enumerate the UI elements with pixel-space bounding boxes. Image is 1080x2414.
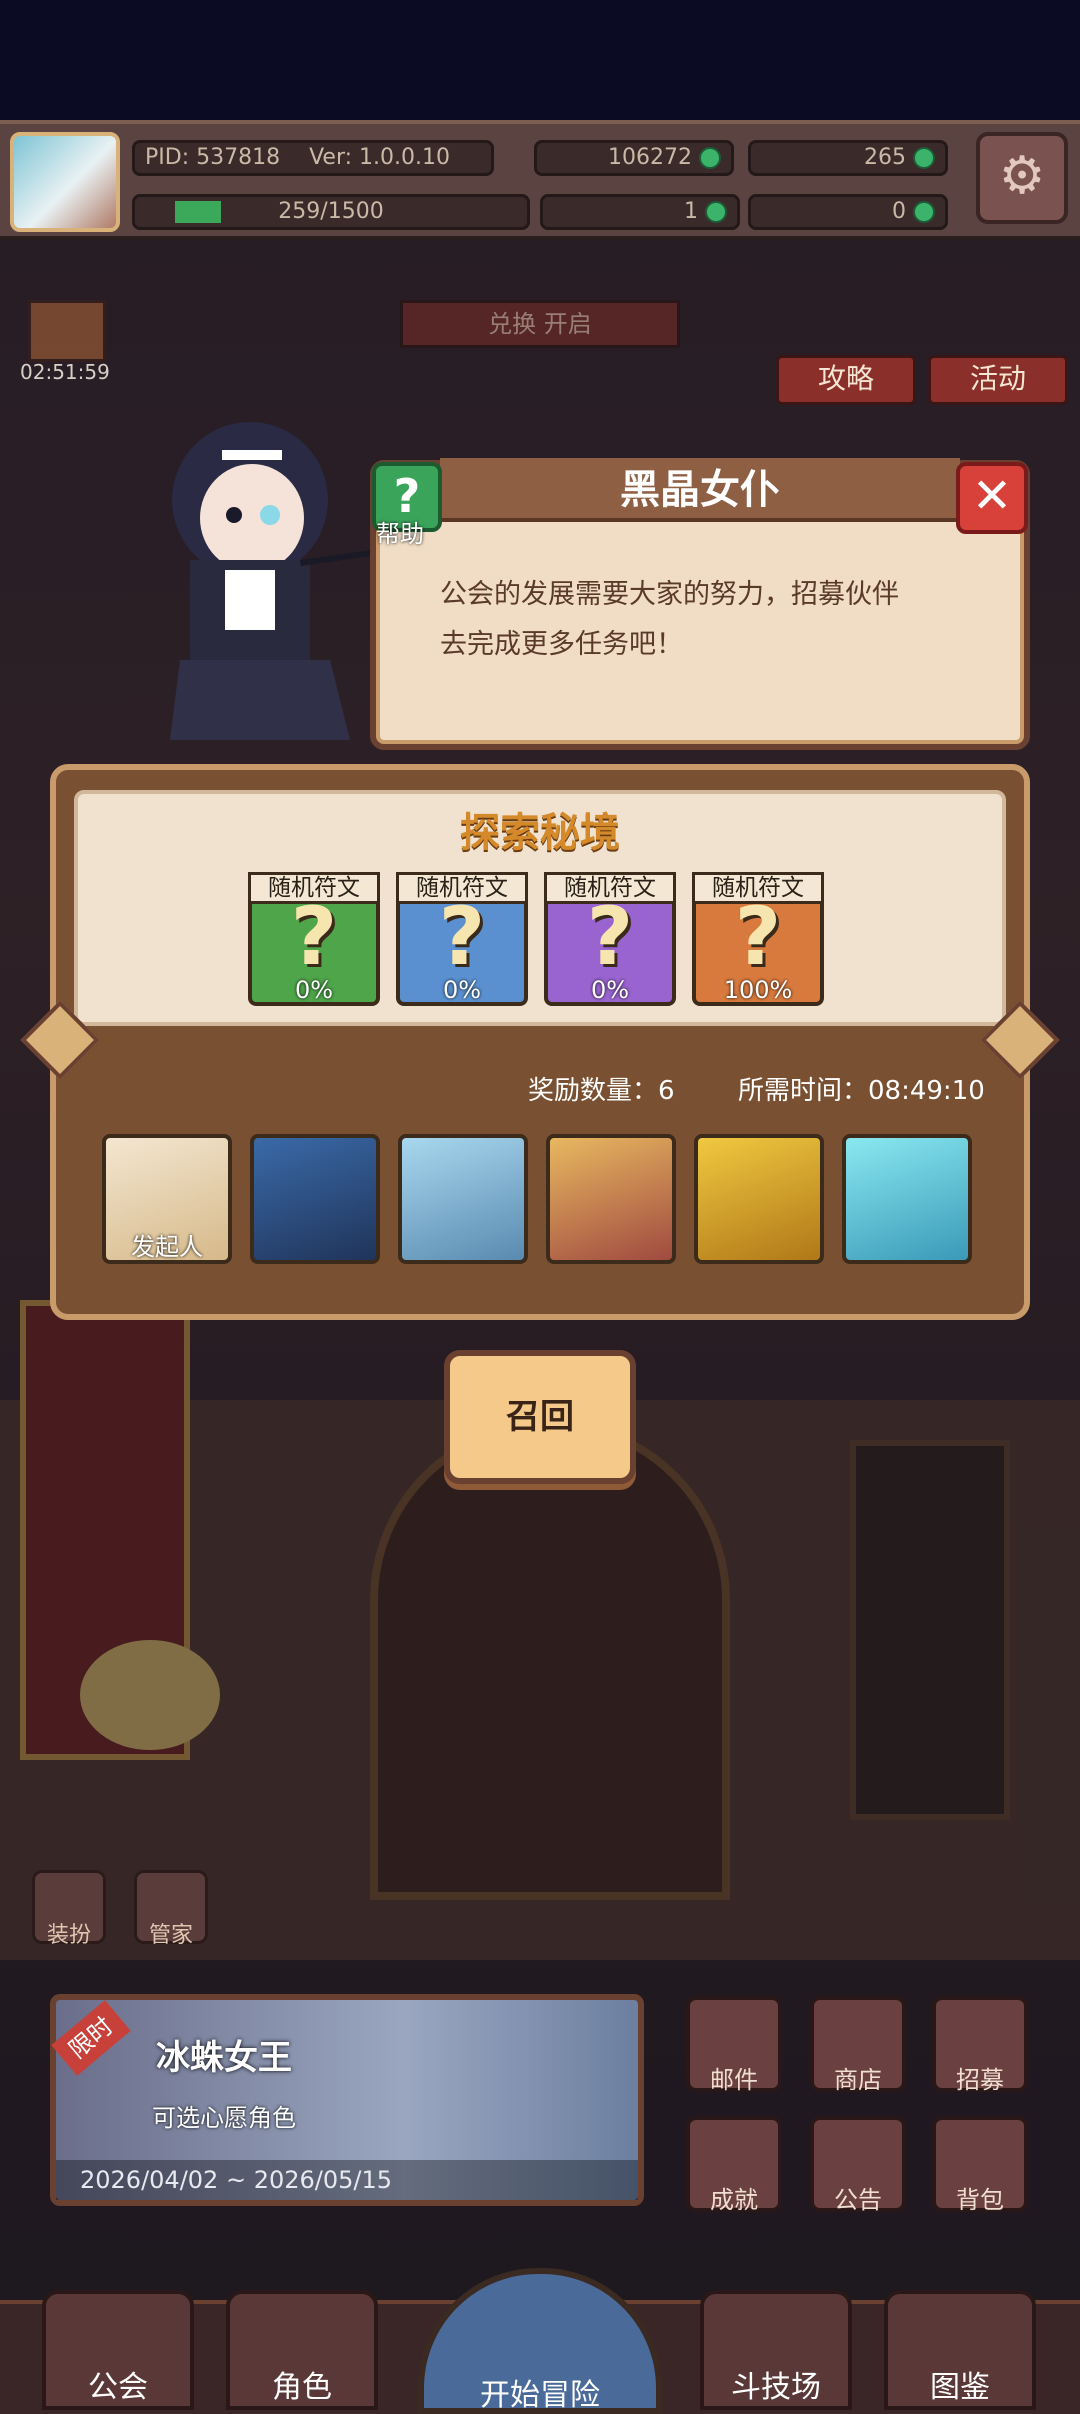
count2-value: 0: [892, 199, 906, 224]
question-mark-icon: ?: [734, 890, 782, 983]
speech-text: 公会的发展需要大家的努力，招募伙伴 去完成更多任务吧！: [440, 570, 980, 670]
nav-guild[interactable]: 公会: [42, 2290, 194, 2410]
notice-button[interactable]: 公告: [810, 2116, 906, 2214]
limited-tag: 限时: [51, 2000, 131, 2076]
exp-bar: 259/1500: [132, 194, 530, 230]
recall-button[interactable]: 召回: [444, 1350, 636, 1484]
strategy-button[interactable]: 攻略: [776, 355, 916, 405]
reward-count: 奖励数量：6: [528, 1076, 675, 1106]
expedition-title: 探索秘境: [460, 810, 620, 856]
party-member[interactable]: [694, 1134, 824, 1264]
rune-card-percent: 0%: [294, 976, 334, 1004]
plus-icon[interactable]: [699, 147, 721, 169]
pid-pill: PID: 537818 Ver: 1.0.0.10: [132, 140, 494, 176]
clover-pill: 1: [540, 194, 740, 230]
mail-button[interactable]: 邮件: [686, 1996, 782, 2094]
currency1-pill: 106272: [534, 140, 734, 176]
exp-text: 259/1500: [278, 199, 384, 224]
nav-arena[interactable]: 斗技场: [700, 2290, 852, 2410]
speech-line-2: 去完成更多任务吧！: [440, 629, 683, 660]
butler-button[interactable]: 管家: [134, 1870, 208, 1948]
help-label[interactable]: 帮助: [376, 514, 424, 549]
black-crystal-maid-character: [170, 422, 370, 740]
speaker-name: 黑晶女仆: [440, 458, 960, 522]
pid-text: PID: 537818: [145, 145, 281, 170]
question-mark-icon: ?: [586, 890, 634, 983]
bag-button[interactable]: 背包: [932, 2116, 1028, 2214]
shop-button[interactable]: 商店: [810, 1996, 906, 2094]
rune-card-percent: 0%: [442, 976, 482, 1004]
plus-icon[interactable]: [705, 201, 727, 223]
key-pill: 0: [748, 194, 948, 230]
party-member-initiator[interactable]: 发起人: [102, 1134, 232, 1264]
rune-card[interactable]: 随机符文 ? 100%: [692, 872, 824, 1006]
question-mark-icon: ?: [438, 890, 486, 983]
gift-icon[interactable]: [28, 300, 106, 362]
plus-icon[interactable]: [913, 201, 935, 223]
count1-value: 1: [684, 199, 698, 224]
rune-card-percent: 100%: [723, 976, 793, 1004]
question-mark-icon: ?: [290, 890, 338, 983]
party-member[interactable]: [250, 1134, 380, 1264]
nav-role[interactable]: 角色: [226, 2290, 378, 2410]
settings-gear-icon[interactable]: ⚙: [976, 132, 1068, 224]
achievement-button[interactable]: 成就: [686, 2116, 782, 2214]
banner-subtitle: 可选心愿角色: [152, 2104, 296, 2132]
banner-dates: 2026/04/02 ~ 2026/05/15: [80, 2166, 393, 2194]
rune-card[interactable]: 随机符文 ? 0%: [248, 872, 380, 1006]
activity-button[interactable]: 活动: [928, 355, 1068, 405]
exchange-banner[interactable]: 兑换 开启: [400, 300, 680, 348]
limited-event-banner[interactable]: 限时 冰蛛女王 可选心愿角色 2026/04/02 ~ 2026/05/15: [50, 1994, 644, 2206]
initiator-label: 发起人: [131, 1233, 203, 1261]
rune-card-percent: 0%: [590, 976, 630, 1004]
banner-title: 冰蛛女王: [156, 2038, 292, 2078]
rune-card[interactable]: 随机符文 ? 0%: [396, 872, 528, 1006]
nav-codex[interactable]: 图鉴: [884, 2290, 1036, 2410]
rune-card[interactable]: 随机符文 ? 0%: [544, 872, 676, 1006]
gift-timer: 02:51:59: [20, 360, 110, 384]
required-time: 所需时间：08:49:10: [738, 1076, 985, 1106]
exp-fill: [175, 201, 221, 223]
close-icon[interactable]: ✕: [956, 462, 1028, 534]
version-text: Ver: 1.0.0.10: [309, 145, 450, 170]
currency2-pill: 265: [748, 140, 948, 176]
currency2-value: 265: [864, 145, 906, 170]
speech-line-1: 公会的发展需要大家的努力，招募伙伴: [440, 579, 899, 610]
dress-button[interactable]: 装扮: [32, 1870, 106, 1948]
party-member[interactable]: [398, 1134, 528, 1264]
player-avatar[interactable]: [10, 132, 120, 232]
recruit-button[interactable]: 招募: [932, 1996, 1028, 2094]
party-member[interactable]: [546, 1134, 676, 1264]
party-member[interactable]: [842, 1134, 972, 1264]
currency1-value: 106272: [608, 145, 692, 170]
plus-icon[interactable]: [913, 147, 935, 169]
